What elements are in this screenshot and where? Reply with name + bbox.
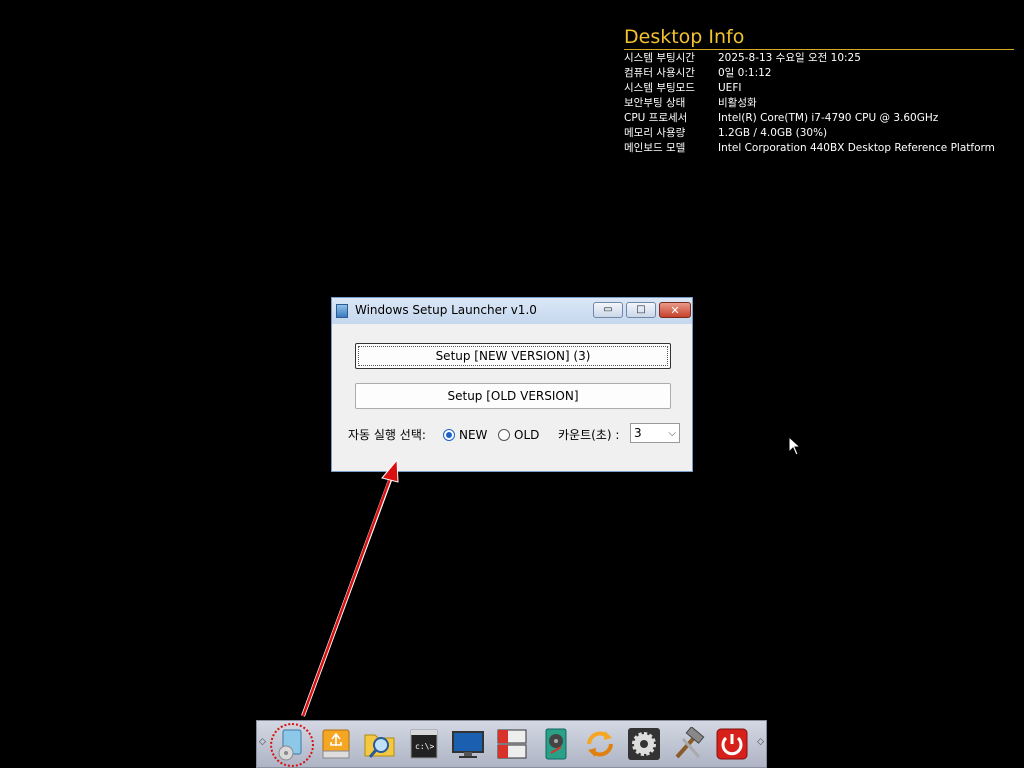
command-prompt-icon[interactable]: c:\> [407,727,441,761]
svg-text:c:\>: c:\> [415,742,434,751]
monitor-icon[interactable] [451,727,485,761]
disk-tool-icon[interactable] [539,727,573,761]
dock-scroll-left-icon[interactable]: ◇ [259,737,266,747]
tools-hammer-icon[interactable] [671,727,705,761]
dock-scroll-right-icon[interactable]: ◇ [757,737,764,747]
partition-tool-icon[interactable] [495,727,529,761]
annotation-arrow [301,458,399,717]
quick-launch-dock: ◇ ◇ c:\> [256,720,767,768]
power-icon[interactable] [715,727,749,761]
mouse-cursor-icon [788,436,802,456]
settings-gear-icon[interactable] [627,727,661,761]
sync-icon[interactable] [583,727,617,761]
dock-highlight-circle [270,723,314,767]
usb-drive-icon[interactable] [319,727,353,761]
folder-search-icon[interactable] [363,727,397,761]
